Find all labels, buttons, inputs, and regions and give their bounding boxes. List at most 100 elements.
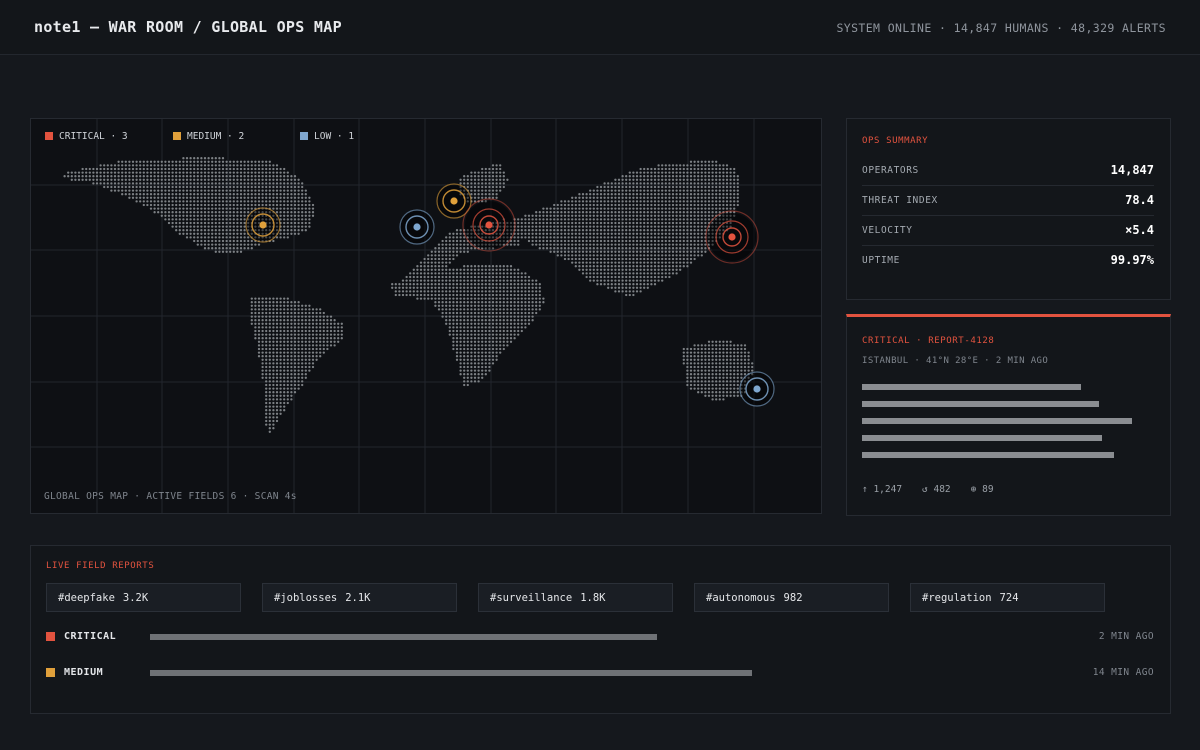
land-dot	[308, 225, 311, 228]
land-dot	[704, 344, 707, 347]
land-dot	[650, 185, 653, 189]
land-dot	[729, 175, 732, 178]
land-dot	[549, 232, 552, 235]
land-dot	[553, 211, 556, 214]
global-ops-map[interactable]: CRITICAL · 3 MEDIUM · 2 LOW · 1 GLOBAL O…	[30, 118, 822, 514]
land-dot	[283, 185, 286, 189]
land-dot	[704, 196, 707, 199]
land-dot	[484, 275, 487, 279]
land-dot	[729, 340, 732, 343]
land-dot	[279, 207, 282, 210]
land-dot	[279, 398, 282, 401]
land-dot	[477, 297, 480, 300]
land-dot	[545, 211, 549, 214]
land-dot	[729, 355, 732, 358]
tag-chip[interactable]: #autonomous 982	[694, 583, 889, 612]
low-marker[interactable]	[739, 371, 775, 407]
land-dot	[257, 243, 261, 246]
report-row-medium[interactable]: MEDIUM 14 MIN AGO	[46, 667, 1154, 681]
land-dot	[229, 211, 232, 214]
land-dot	[301, 211, 304, 214]
land-dot	[700, 164, 703, 167]
land-dot	[167, 171, 171, 174]
land-dot	[257, 182, 261, 185]
land-dot	[707, 207, 711, 210]
land-dot	[707, 383, 711, 387]
land-dot	[697, 358, 700, 361]
land-dot	[268, 383, 271, 387]
land-dot	[733, 362, 736, 365]
upvote-count[interactable]: ↑ 1,247	[862, 484, 902, 495]
land-dot	[538, 211, 541, 214]
land-dot	[430, 290, 433, 293]
land-dot	[283, 409, 286, 412]
land-dot	[441, 254, 444, 257]
land-dot	[646, 283, 649, 286]
land-dot	[146, 193, 149, 196]
land-dot	[423, 293, 426, 297]
land-dot	[711, 362, 714, 365]
land-dot	[715, 365, 718, 369]
land-dot	[427, 279, 430, 282]
land-dot	[661, 257, 664, 261]
land-dot	[308, 308, 311, 311]
repost-count[interactable]: ↺ 482	[922, 484, 951, 495]
land-dot	[167, 193, 171, 196]
land-dot	[272, 369, 275, 372]
land-dot	[286, 340, 289, 343]
land-dot	[196, 225, 199, 228]
medium-marker[interactable]	[245, 207, 281, 243]
tag-chip[interactable]: #surveillance 1.8K	[478, 583, 673, 612]
land-dot	[567, 229, 570, 232]
tag-chip[interactable]: #joblosses 2.1K	[262, 583, 457, 612]
land-dot	[668, 214, 671, 217]
land-dot	[261, 326, 264, 329]
land-dot	[268, 412, 271, 415]
land-dot	[578, 211, 581, 214]
land-dot	[653, 250, 657, 253]
land-dot	[682, 182, 685, 185]
land-dot	[589, 265, 592, 268]
land-dot	[632, 243, 635, 246]
land-dot	[610, 272, 613, 275]
land-dot	[725, 383, 729, 387]
land-dot	[229, 214, 232, 217]
land-dot	[718, 369, 721, 372]
land-dot	[272, 365, 275, 369]
critical-marker[interactable]	[462, 198, 516, 252]
land-dot	[646, 207, 649, 210]
land-dot	[506, 319, 509, 322]
land-dot	[275, 207, 279, 210]
land-dot	[617, 207, 621, 210]
land-dot	[196, 239, 199, 243]
tag-chip[interactable]: #deepfake 3.2K	[46, 583, 241, 612]
land-dot	[484, 369, 487, 372]
land-dot	[311, 326, 315, 329]
land-dot	[729, 178, 732, 181]
land-dot	[232, 175, 235, 178]
low-marker[interactable]	[399, 209, 435, 245]
land-dot	[697, 387, 700, 390]
land-dot	[542, 221, 545, 225]
land-dot	[718, 175, 721, 178]
land-dot	[337, 333, 340, 336]
report-card[interactable]: CRITICAL · REPORT-4128 ISTANBUL · 41°N 2…	[846, 314, 1171, 516]
land-dot	[639, 268, 642, 271]
land-dot	[398, 290, 401, 293]
land-dot	[621, 243, 624, 246]
critical-marker[interactable]	[705, 210, 759, 264]
land-dot	[308, 315, 311, 318]
report-row-critical[interactable]: CRITICAL 2 MIN AGO	[46, 631, 1154, 645]
land-dot	[592, 211, 595, 214]
land-dot	[416, 297, 419, 300]
land-dot	[650, 239, 653, 243]
tag-chip[interactable]: #regulation 724	[910, 583, 1105, 612]
land-dot	[293, 211, 297, 214]
land-dot	[495, 329, 498, 333]
land-dot	[250, 164, 253, 167]
land-dot	[707, 193, 711, 196]
land-dot	[664, 211, 667, 214]
land-dot	[311, 358, 315, 361]
land-dot	[632, 203, 635, 207]
view-count[interactable]: ⊕ 89	[971, 484, 994, 495]
